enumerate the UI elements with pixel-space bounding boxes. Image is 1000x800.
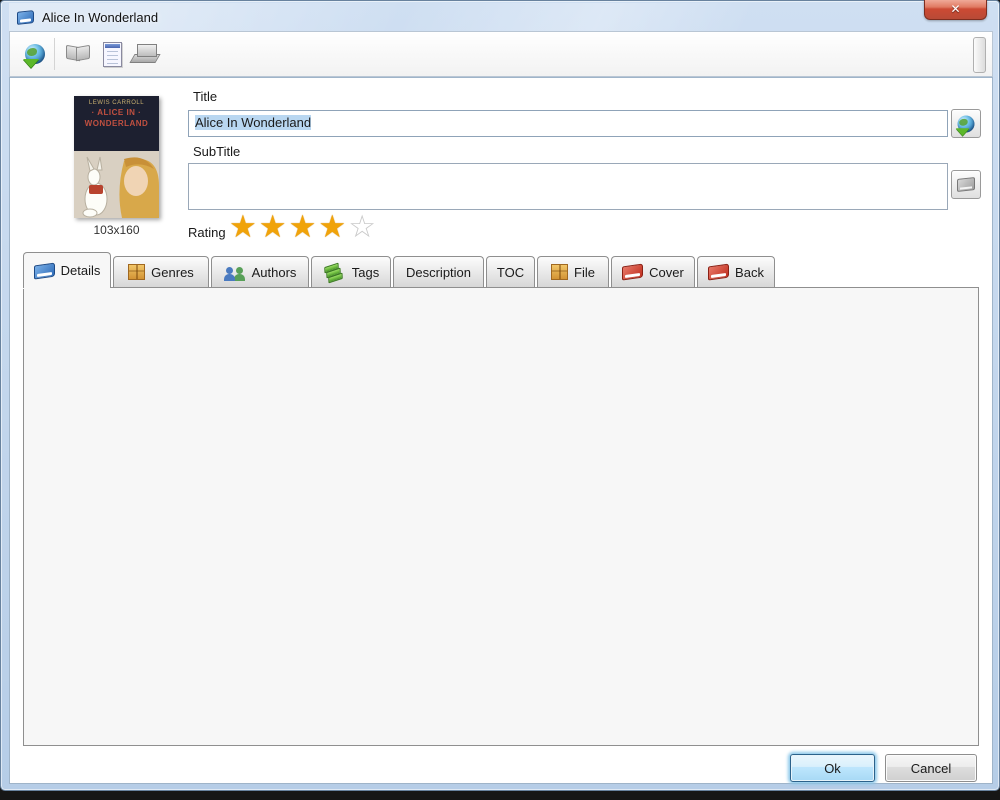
toolbar-grip[interactable]: [973, 37, 986, 73]
blue-book-icon: [34, 262, 55, 279]
tab-label: Description: [406, 265, 471, 280]
red-book-icon: [622, 264, 643, 281]
app-window: Alice In Wonderland ✕ LEWIS CARROLL · AL…: [0, 0, 1000, 791]
package-icon: [128, 264, 145, 280]
tab-authors[interactable]: Authors: [211, 256, 309, 287]
tab-label: Authors: [252, 265, 297, 280]
subtitle-input-value: [189, 164, 947, 170]
tab-genres[interactable]: Genres: [113, 256, 209, 287]
red-book-icon: [708, 264, 729, 281]
cover-title-line1: · ALICE IN ·: [74, 108, 159, 117]
star-icon[interactable]: ☆: [348, 209, 378, 244]
rating-stars[interactable]: ★★★★☆: [229, 209, 378, 245]
rating-label: Rating: [188, 225, 226, 240]
star-icon[interactable]: ★: [318, 209, 348, 244]
star-icon[interactable]: ★: [259, 209, 289, 244]
desktop: { "window": { "title": "Alice In Wonderl…: [0, 0, 1000, 800]
book-stack-icon: [132, 45, 158, 63]
subtitle-label: SubTitle: [193, 144, 240, 159]
tab-label: Cover: [649, 265, 684, 280]
people-icon: [224, 264, 246, 281]
open-book-button[interactable]: [62, 38, 94, 70]
details-form-button[interactable]: [96, 38, 128, 70]
subtitle-input[interactable]: [188, 163, 948, 210]
book-app-icon: [17, 10, 34, 25]
tab-label: Details: [61, 263, 101, 278]
cancel-button-label: Cancel: [911, 761, 951, 776]
tab-label: File: [574, 265, 595, 280]
tab-label: TOC: [497, 265, 524, 280]
tab-label: Tags: [352, 265, 379, 280]
close-icon: ✕: [950, 2, 960, 16]
close-button[interactable]: ✕: [924, 0, 987, 20]
open-book-icon: [65, 46, 91, 62]
ok-button[interactable]: Ok: [790, 754, 875, 782]
tab-file[interactable]: File: [537, 256, 609, 287]
cover-author-text: LEWIS CARROLL: [74, 100, 159, 106]
ok-button-label: Ok: [824, 761, 841, 776]
tab-details[interactable]: Details: [23, 252, 111, 288]
book-cover-thumbnail[interactable]: LEWIS CARROLL · ALICE IN · WONDERLAND: [74, 96, 159, 218]
cover-size-label: 103x160: [74, 223, 159, 237]
book-stack-button[interactable]: [129, 38, 161, 70]
globe-download-icon: [25, 44, 45, 64]
cancel-button[interactable]: Cancel: [885, 754, 977, 782]
globe-download-icon: [958, 115, 975, 132]
cover-title-line2: WONDERLAND: [74, 119, 159, 128]
title-input[interactable]: Alice In Wonderland: [188, 110, 948, 137]
web-update-button[interactable]: [19, 38, 51, 70]
package-icon: [551, 264, 568, 280]
title-label: Title: [193, 89, 217, 104]
title-web-search-button[interactable]: [951, 109, 981, 138]
star-icon[interactable]: ★: [229, 209, 259, 244]
tab-back[interactable]: Back: [697, 256, 775, 287]
tab-label: Back: [735, 265, 764, 280]
tab-toc[interactable]: TOC: [486, 256, 535, 287]
tab-tags[interactable]: Tags: [311, 256, 391, 287]
details-panel: [23, 287, 979, 746]
tab-cover[interactable]: Cover: [611, 256, 695, 287]
subtitle-book-button[interactable]: [951, 170, 981, 199]
star-icon[interactable]: ★: [289, 209, 319, 244]
titlebar[interactable]: Alice In Wonderland: [9, 3, 993, 31]
toolbar-separator: [54, 38, 55, 70]
window-title: Alice In Wonderland: [42, 10, 158, 25]
title-input-value: Alice In Wonderland: [195, 115, 311, 130]
gray-book-icon: [957, 177, 975, 192]
tab-description[interactable]: Description: [393, 256, 484, 287]
tags-icon: [323, 264, 346, 281]
tab-label: Genres: [151, 265, 194, 280]
cover-illustration: [74, 151, 159, 218]
toolbar: [9, 31, 993, 77]
form-document-icon: [103, 42, 122, 67]
